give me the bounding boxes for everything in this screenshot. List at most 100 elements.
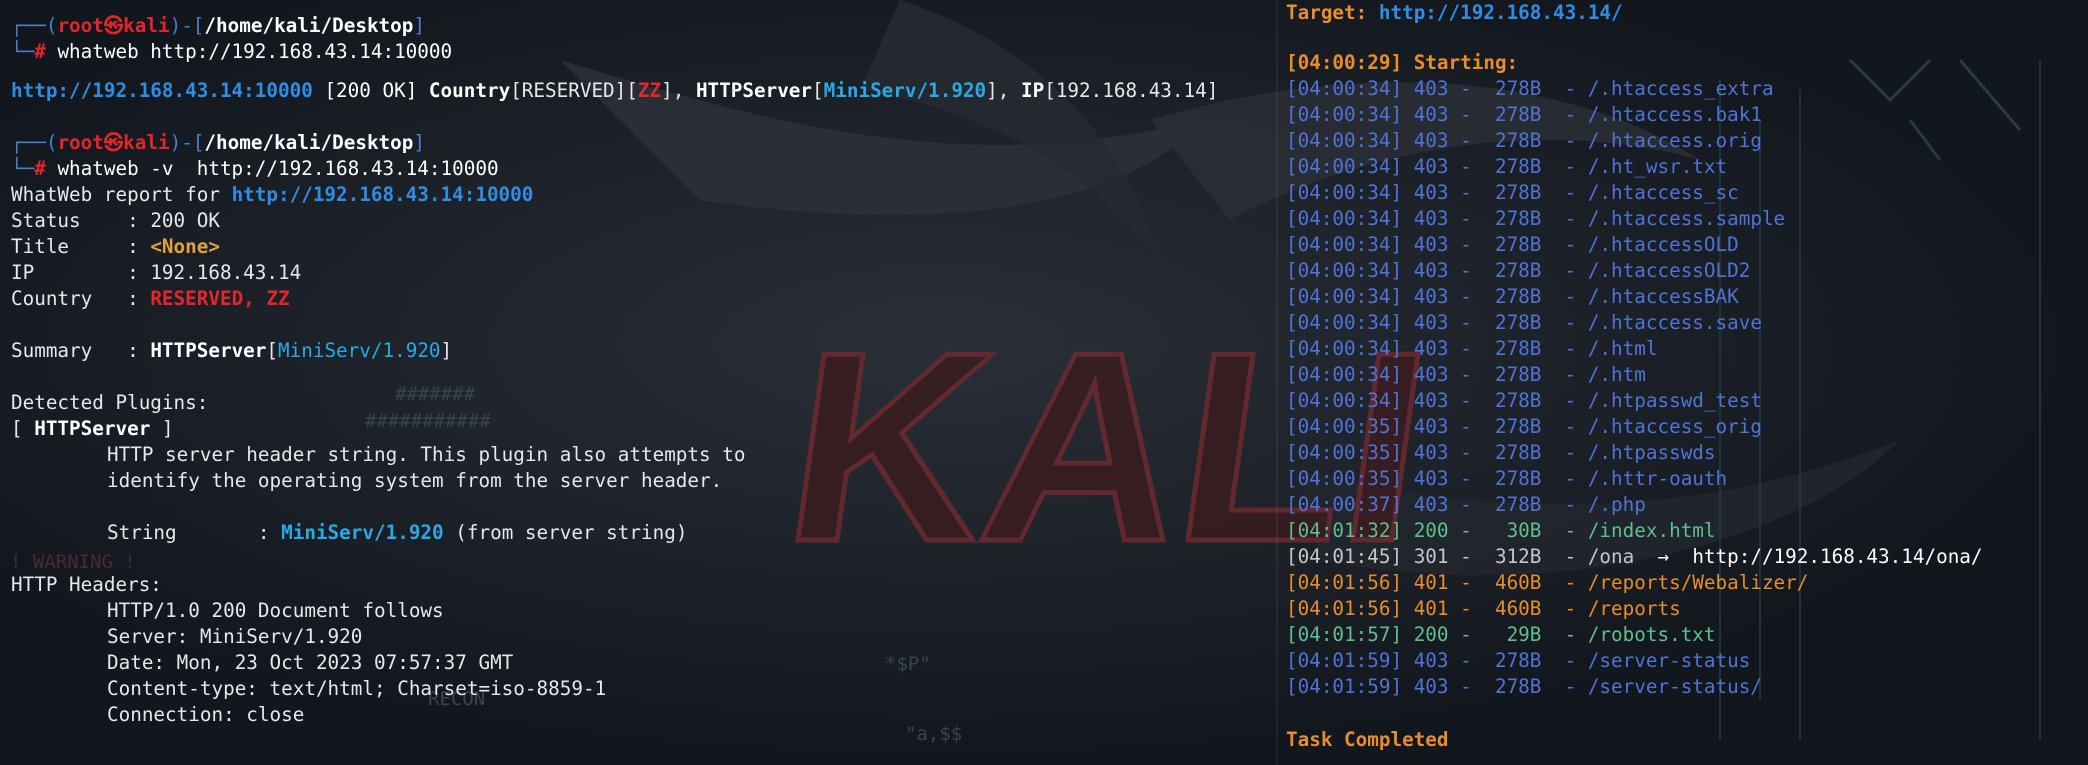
result-size: 278B — [1494, 181, 1542, 204]
prompt-hash: # — [34, 40, 46, 63]
result-code: 403 — [1413, 311, 1449, 334]
header-line: Content-type: text/html; Charset=iso-885… — [107, 677, 607, 700]
result-size: 278B — [1494, 415, 1542, 438]
dirsearch-result-row: [04:01:57] 200 - 29B - /robots.txt — [1286, 623, 1716, 646]
result-code: 401 — [1413, 571, 1449, 594]
command-line-1[interactable]: └─# whatweb http://192.168.43.14:10000 — [11, 39, 452, 65]
result-path: /.htaccess_extra — [1587, 77, 1774, 100]
result-path: /.htaccess.orig — [1587, 129, 1762, 152]
result-code: 403 — [1413, 181, 1449, 204]
result-code: 403 — [1413, 493, 1449, 516]
result-code: 403 — [1413, 363, 1449, 386]
dirsearch-result-row: [04:00:34] 403 - 278B - /.ht_wsr.txt — [1286, 155, 1728, 178]
command-line-2[interactable]: └─# whatweb -v http://192.168.43.14:1000… — [11, 156, 499, 182]
result-size: 278B — [1494, 285, 1542, 308]
result-code: 403 — [1413, 285, 1449, 308]
dirsearch-result-row: [04:00:34] 403 - 278B - /.htaccess.orig — [1286, 129, 1762, 152]
result-size: 460B — [1494, 571, 1542, 594]
dirsearch-result-row: [04:00:34] 403 - 278B - /.htaccess.save — [1286, 311, 1762, 334]
result-path: /.htpasswds — [1587, 441, 1716, 464]
result-size: 460B — [1494, 597, 1542, 620]
result-size: 278B — [1494, 649, 1542, 672]
result-code: 403 — [1413, 103, 1449, 126]
result-code: 403 — [1413, 649, 1449, 672]
plugin-desc-1: HTTP server header string. This plugin a… — [107, 443, 746, 466]
result-code: 403 — [1413, 675, 1449, 698]
result-code: 401 — [1413, 597, 1449, 620]
result-path: /.htaccess.save — [1587, 311, 1762, 334]
result-time: [04:00:35] — [1286, 467, 1403, 490]
report-title: Title : <None> — [11, 235, 220, 258]
terminal-pane-right[interactable]: Target: http://192.168.43.14/ [04:00:29]… — [1278, 0, 2088, 765]
result-time: [04:00:34] — [1286, 233, 1403, 256]
result-path: /.htpasswd_test — [1587, 389, 1762, 412]
result-code: 403 — [1413, 337, 1449, 360]
command-text: whatweb -v http://192.168.43.14:10000 — [57, 157, 499, 180]
result-size: 278B — [1494, 129, 1542, 152]
result-size: 278B — [1494, 207, 1542, 230]
plugin-desc-2: identify the operating system from the s… — [107, 469, 723, 492]
result-code: 403 — [1413, 77, 1449, 100]
result-code: 403 — [1413, 389, 1449, 412]
dirsearch-result-row: [04:00:35] 403 - 278B - /.htaccess_orig — [1286, 415, 1762, 438]
plugin-name: [ HTTPServer ] — [11, 417, 174, 440]
header-line: Server: MiniServ/1.920 — [107, 625, 363, 648]
result-time: [04:00:35] — [1286, 415, 1403, 438]
prompt-hash: # — [34, 157, 46, 180]
result-code: 403 — [1413, 467, 1449, 490]
result-size: 278B — [1494, 467, 1542, 490]
result-size: 278B — [1494, 337, 1542, 360]
result-path: /reports/Webalizer/ — [1587, 571, 1809, 594]
result-path: /.htaccessBAK — [1587, 285, 1739, 308]
result-size: 29B — [1506, 623, 1542, 646]
result-code: 403 — [1413, 441, 1449, 464]
prompt-user: root — [57, 131, 104, 154]
terminal-pane-left[interactable]: ┌──(root㉿kali)-[/home/kali/Desktop] └─# … — [0, 0, 1278, 765]
prompt-path: /home/kali/Desktop — [204, 14, 414, 37]
dirsearch-result-row: [04:00:37] 403 - 278B - /.php — [1286, 493, 1646, 516]
dirsearch-result-row: [04:00:34] 403 - 278B - /.htaccessOLD — [1286, 233, 1739, 256]
result-path: /.htaccessOLD2 — [1587, 259, 1751, 282]
result-path: /.htaccess.sample — [1587, 207, 1786, 230]
result-size: 312B — [1494, 545, 1542, 568]
result-code: 403 — [1413, 415, 1449, 438]
dirsearch-starting: [04:00:29] Starting: — [1286, 51, 1519, 74]
result-size: 278B — [1494, 103, 1542, 126]
result-path: /.htaccess.bak1 — [1587, 103, 1762, 126]
result-time: [04:00:34] — [1286, 181, 1403, 204]
result-path: /.htm — [1587, 363, 1646, 386]
result-path: /robots.txt — [1587, 623, 1716, 646]
result-path: /index.html — [1587, 519, 1716, 542]
result-time: [04:00:34] — [1286, 389, 1403, 412]
redirect-arrow-icon: → — [1657, 545, 1670, 568]
dirsearch-result-row: [04:00:34] 403 - 278B - /.htaccessOLD2 — [1286, 259, 1751, 282]
header-line: Date: Mon, 23 Oct 2023 07:57:37 GMT — [107, 651, 514, 674]
result-time: [04:01:56] — [1286, 597, 1403, 620]
result-code: 200 — [1413, 623, 1449, 646]
prompt-at-icon: ㉿ — [103, 131, 124, 154]
dirsearch-result-row: [04:00:34] 403 - 278B - /.htaccess_sc — [1286, 181, 1739, 204]
result-code: 403 — [1413, 233, 1449, 256]
result-size: 30B — [1506, 519, 1542, 542]
result-time: [04:00:34] — [1286, 207, 1403, 230]
result-size: 278B — [1494, 233, 1542, 256]
header-line: HTTP/1.0 200 Document follows — [107, 599, 444, 622]
result-time: [04:01:57] — [1286, 623, 1403, 646]
result-time: [04:00:34] — [1286, 311, 1403, 334]
whatweb-brief-result: http://192.168.43.14:10000 [200 OK] Coun… — [11, 79, 1219, 102]
result-path: /.httr-oauth — [1587, 467, 1728, 490]
dirsearch-result-row: [04:00:34] 403 - 278B - /.htaccess.sampl… — [1286, 207, 1786, 230]
result-time: [04:00:34] — [1286, 337, 1403, 360]
result-size: 278B — [1494, 155, 1542, 178]
dirsearch-result-row: [04:00:34] 403 - 278B - /.html — [1286, 337, 1658, 360]
result-time: [04:01:59] — [1286, 649, 1403, 672]
dirsearch-result-row: [04:00:35] 403 - 278B - /.htpasswds — [1286, 441, 1716, 464]
report-country: Country : RESERVED, ZZ — [11, 287, 290, 310]
task-completed: Task Completed — [1286, 728, 1449, 751]
dirsearch-result-row: [04:01:45] 301 - 312B - /ona → http://19… — [1286, 545, 1983, 568]
headers-heading: HTTP Headers: — [11, 573, 162, 596]
prompt-path: /home/kali/Desktop — [204, 131, 414, 154]
prompt-host: kali — [123, 14, 170, 37]
dirsearch-result-row: [04:01:59] 403 - 278B - /server-status — [1286, 649, 1751, 672]
report-ip: IP : 192.168.43.14 — [11, 261, 302, 284]
